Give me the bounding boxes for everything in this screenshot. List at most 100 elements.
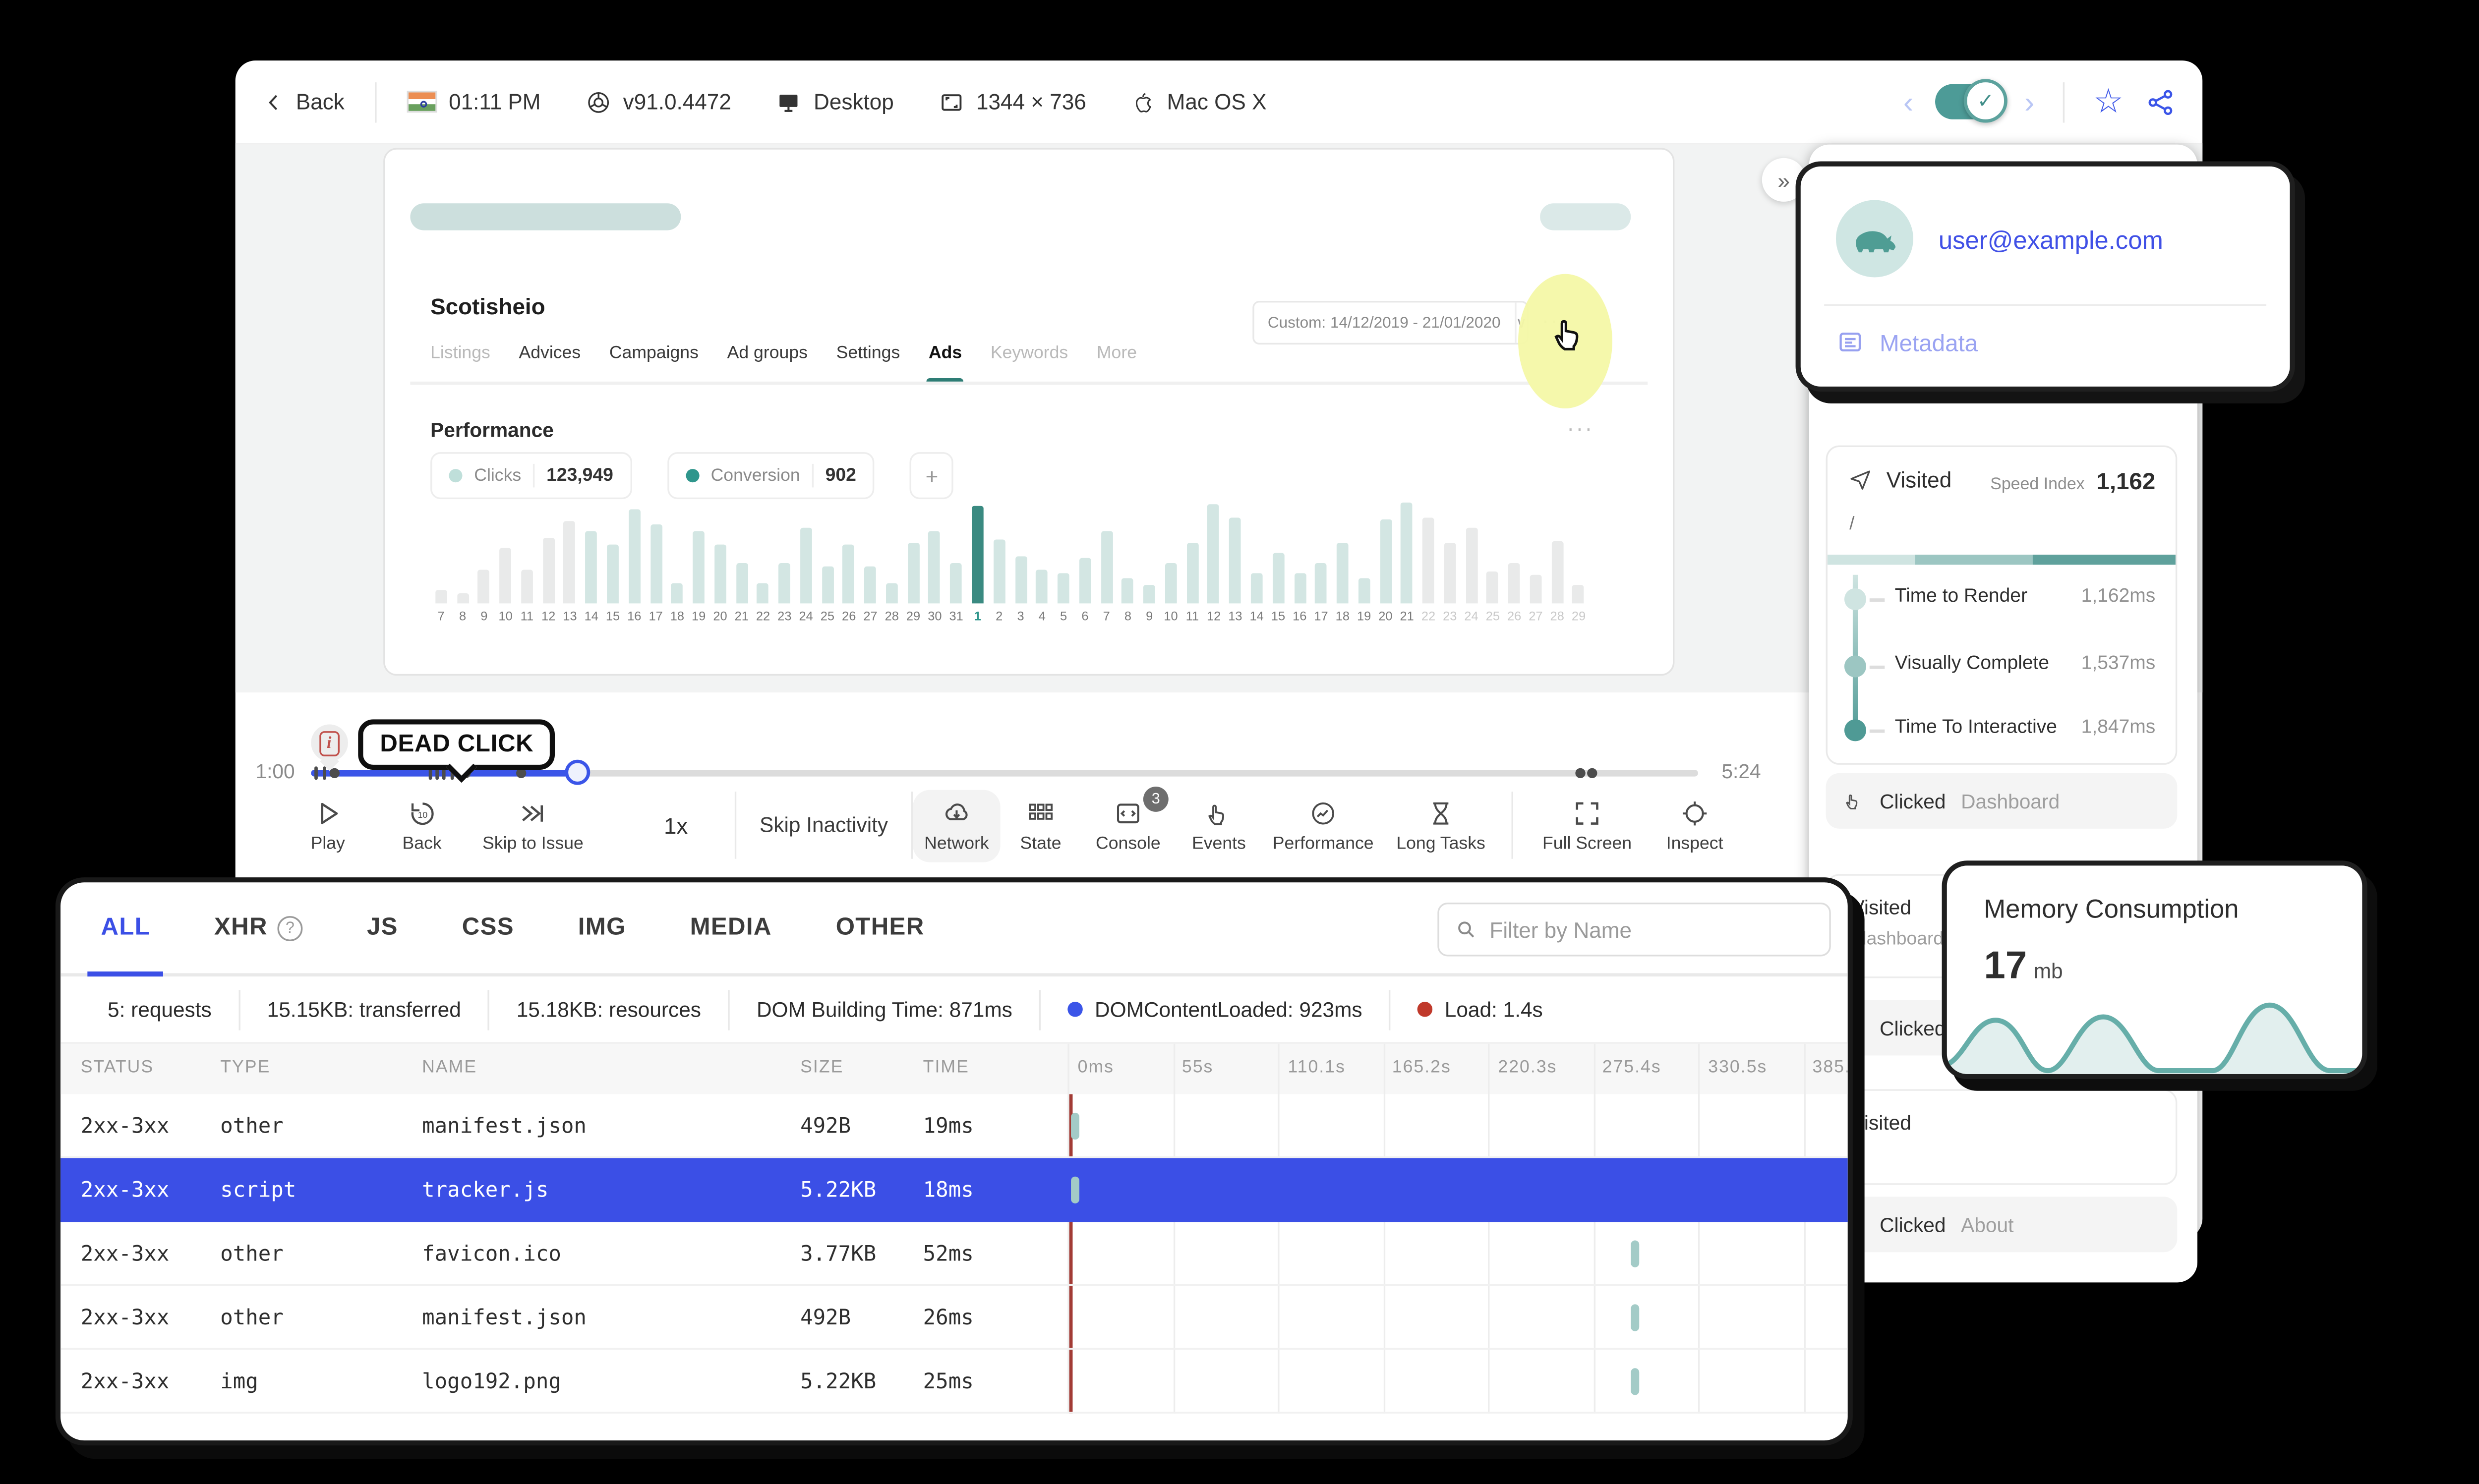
chart-bar-group: 18 [666,499,688,624]
metadata-label: Metadata [1880,328,1978,356]
kpi-conversion[interactable]: Conversion 902 [667,452,875,500]
metric-label: Visually Complete [1894,654,2050,674]
card-divider [1824,304,2267,306]
chart-x-label: 1 [974,608,982,624]
user-email[interactable]: user@example.com [1939,227,2163,256]
cell-time: 26ms [923,1304,974,1330]
waterfall-tick: 275.4s [1602,1057,1661,1078]
network-button[interactable]: Network [913,789,1001,861]
chart-bar-group: 9 [1139,499,1160,624]
help-icon[interactable]: ? [278,915,303,941]
site-tab-more[interactable]: More [1097,343,1137,366]
chart-x-label: 17 [649,608,663,624]
chart-bar-group: 27 [1525,499,1546,624]
chart-x-label: 21 [734,608,749,624]
kpi-clicks[interactable]: Clicks 123,949 [430,452,632,500]
toolbar-divider [374,81,377,122]
chart-x-label: 30 [928,608,942,624]
player-toolbar: Back 01:11 PM v91.0.4472 Desktop 1344 × … [235,60,2203,145]
autoplay-toggle[interactable]: ✓ [1935,79,2008,123]
filter-field[interactable] [1437,902,1831,957]
chart-bar-group: 11 [1181,499,1203,624]
network-tab-media[interactable]: MEDIA [690,882,772,973]
full-screen-button[interactable]: Full Screen [1527,789,1648,861]
chart-x-label: 22 [756,608,770,624]
chart-bar-group: 27 [860,499,881,624]
site-tab-ad-groups[interactable]: Ad groups [727,343,808,366]
skip-inactivity-button[interactable]: Skip Inactivity [736,813,911,837]
events-button[interactable]: Events [1175,789,1262,861]
clicked-event-row[interactable]: Clicked Dashboard [1826,773,2178,829]
chart-bar-group: 31 [945,499,967,624]
network-tab-css[interactable]: CSS [462,882,514,973]
chart-bar [1401,502,1413,604]
performance-button[interactable]: Performance [1263,789,1384,861]
table-row[interactable]: 2xx-3xx other favicon.ico 3.77KB 52ms [60,1222,1848,1286]
chart-bar-group: 29 [902,499,924,624]
state-button[interactable]: State [1001,789,1081,861]
site-tab-ads[interactable]: Ads [927,343,964,385]
console-button[interactable]: Console 3 [1081,786,1175,861]
inspect-button[interactable]: Inspect [1648,789,1742,861]
os-label: Mac OS X [1167,89,1267,114]
control-label: Skip to Issue [482,833,584,853]
long-tasks-button[interactable]: Long Tasks [1384,789,1498,861]
waterfall-tick: 385.6s [1812,1057,1851,1078]
site-tab-settings[interactable]: Settings [836,343,900,366]
placeholder-bar [1540,203,1631,230]
network-tab-all[interactable]: ALL [87,882,165,977]
stat-item: DOMContentLoaded: 923ms [1041,989,1391,1029]
section-more-button[interactable]: ··· [1567,415,1594,441]
cell-time: 25ms [923,1368,974,1394]
chart-x-label: 28 [1550,608,1564,624]
favorite-star-icon[interactable]: ☆ [2093,85,2124,118]
metric-dot [1844,655,1867,678]
clicked-event-row[interactable]: Clicked About [1826,1197,2178,1253]
back-button[interactable]: 10 Back [375,789,469,861]
cursor-hand-icon [1554,320,1579,351]
visited-event-card[interactable]: Visited [1826,1089,2178,1185]
next-session-icon[interactable]: › [2024,87,2034,117]
issue-pin[interactable]: i [310,724,348,775]
performance-bar-chart: 7 8 9 10 11 12 13 14 15 16 17 18 19 20 21 22 23 24 25 26 27 2… [430,499,1591,624]
table-row[interactable]: 2xx-3xx other manifest.json 492B 26ms [60,1286,1848,1350]
chart-bar [822,566,833,604]
chart-bar-group: 20 [1375,499,1396,624]
chart-bar-group: 25 [817,499,838,624]
table-row[interactable]: 2xx-3xx script tracker.js 5.22KB 18ms [60,1158,1848,1222]
back-button[interactable]: Back [262,89,345,114]
network-tab-other[interactable]: OTHER [836,882,925,973]
rhino-icon [1855,231,1896,253]
control-label: Inspect [1666,833,1723,853]
prev-session-icon[interactable]: ‹ [1903,87,1913,117]
network-tab-img[interactable]: IMG [578,882,626,973]
site-tab-keywords[interactable]: Keywords [991,343,1068,366]
filter-input[interactable] [1489,916,1814,942]
chart-bar [1465,527,1477,604]
date-range-picker[interactable]: Custom: 14/12/2019 - 21/01/2020 ∨ [1252,300,1529,345]
chart-x-label: 11 [520,608,534,624]
kpi-separator [812,463,814,488]
table-row[interactable]: 2xx-3xx img logo192.png 5.22KB 25ms [60,1350,1848,1414]
network-tab-js[interactable]: JS [367,882,398,973]
chart-x-label: 12 [1206,608,1221,624]
skip-to-issue-button[interactable]: Skip to Issue [469,789,597,861]
cell-size: 3.77KB [800,1240,877,1266]
chart-bar-group: 26 [838,499,860,624]
site-tab-listings[interactable]: Listings [430,343,490,366]
chart-x-label: 26 [1507,608,1522,624]
play-button[interactable]: Play [281,789,375,861]
table-row[interactable]: 2xx-3xx other manifest.json 492B 19ms [60,1094,1848,1158]
metadata-button[interactable]: Metadata [1836,328,1978,356]
share-icon[interactable] [2145,87,2176,117]
chart-bar [1422,517,1434,604]
site-tab-advices[interactable]: Advices [519,343,581,366]
avatar [1835,200,1913,278]
site-tab-campaigns[interactable]: Campaigns [609,343,699,366]
visited-event-card[interactable]: Visited Speed Index 1,162 / Time to Rend… [1826,445,2178,765]
network-tab-xhr[interactable]: XHR? [214,882,303,973]
chart-bar [1272,553,1284,604]
speed-button[interactable]: 1x [637,813,714,838]
add-kpi-button[interactable]: + [910,452,954,500]
chart-bar-group: 29 [1568,499,1589,624]
